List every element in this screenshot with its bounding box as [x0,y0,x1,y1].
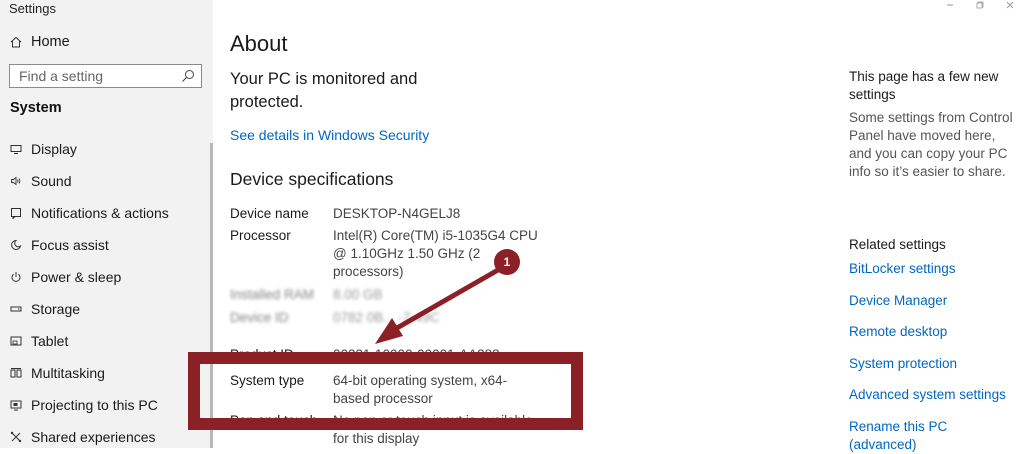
home-label: Home [31,34,70,50]
sidebar-item-multitasking[interactable]: Multitasking [10,363,105,383]
sidebar-item-label: Multitasking [31,365,105,381]
sidebar-item-label: Shared experiences [31,429,156,445]
storage-icon [10,306,22,312]
sidebar-item-label: Focus assist [31,237,109,253]
sidebar-item-sound[interactable]: Sound [10,171,71,191]
spec-label: Device ID [230,310,289,325]
protection-status-text: Your PC is monitored and protected. [230,70,418,111]
sidebar-item-label: Notifications & actions [31,205,169,221]
rename-pc-link[interactable]: Rename this PC (advanced) [849,418,959,454]
spec-row-processor: Processor Intel(R) Core(TM) i5-1035G4 CP… [230,227,538,281]
shared-experiences-icon [10,431,22,443]
sidebar-item-shared-experiences[interactable]: Shared experiences [10,427,156,447]
new-settings-notice-title: This page has a few new settings [849,69,999,102]
device-manager-link[interactable]: Device Manager [849,292,947,310]
page-title: About [230,31,288,56]
power-icon [11,272,21,282]
spec-value: DESKTOP-N4GELJ8 [333,206,461,221]
sidebar-item-display[interactable]: Display [10,139,77,159]
home-nav-item[interactable]: Home [10,33,70,51]
spec-label: Device name [230,206,309,221]
multitasking-icon [10,368,22,378]
remote-desktop-link[interactable]: Remote desktop [849,323,947,341]
system-protection-link[interactable]: System protection [849,355,957,373]
bitlocker-settings-link[interactable]: BitLocker settings [849,260,956,278]
device-specifications-heading: Device specifications [230,169,394,189]
sidebar-item-tablet[interactable]: Tablet [10,331,68,351]
section-heading-system: System [10,100,62,116]
spec-value: 0782 0B... -7-49C [333,310,440,325]
search-box[interactable] [9,64,202,88]
sidebar-item-label: Display [31,141,77,157]
projecting-icon [10,400,22,411]
new-settings-notice-text: Some settings from Control Panel have mo… [849,110,1013,179]
sidebar-item-notifications[interactable]: Notifications & actions [10,203,169,223]
sidebar-item-label: Tablet [31,333,69,349]
app-title: Settings [9,1,56,16]
windows-security-link[interactable]: See details in Windows Security [230,127,429,143]
focus-assist-icon [11,239,22,250]
sidebar-item-projecting[interactable]: Projecting to this PC [10,395,158,415]
related-settings-heading: Related settings [849,237,946,252]
minimize-icon[interactable] [944,0,956,10]
sidebar-item-label: Power & sleep [31,269,122,285]
sidebar-item-label: Projecting to this PC [31,397,158,413]
spec-value: 8.00 GB [333,287,383,302]
close-icon[interactable] [1004,0,1016,10]
spec-label: Processor [230,228,291,243]
notifications-icon [11,208,21,219]
sidebar-item-power-sleep[interactable]: Power & sleep [10,267,121,287]
spec-row-installed-ram: Installed RAM 8.00 GB [230,286,538,304]
sidebar-item-label: Storage [31,301,81,317]
sound-icon [11,176,21,186]
spec-row-device-id: Device ID 0782 0B... -7-49C [230,309,538,327]
sidebar-item-storage[interactable]: Storage [10,299,80,319]
spec-label: Installed RAM [230,287,315,302]
spec-row-device-name: Device name DESKTOP-N4GELJ8 [230,205,538,223]
sidebar: Settings Home System Display Sound [0,0,213,448]
home-icon [10,36,22,48]
tablet-icon [10,336,22,346]
maximize-icon[interactable] [974,0,986,10]
advanced-system-settings-link[interactable]: Advanced system settings [849,386,1006,404]
search-icon[interactable] [181,69,195,83]
search-input[interactable] [10,67,181,85]
sidebar-item-label: Sound [31,173,72,189]
sidebar-item-focus-assist[interactable]: Focus assist [10,235,109,255]
annotation-step-badge: 1 [494,249,520,275]
annotation-highlight-box [188,352,583,430]
display-icon [10,145,22,154]
